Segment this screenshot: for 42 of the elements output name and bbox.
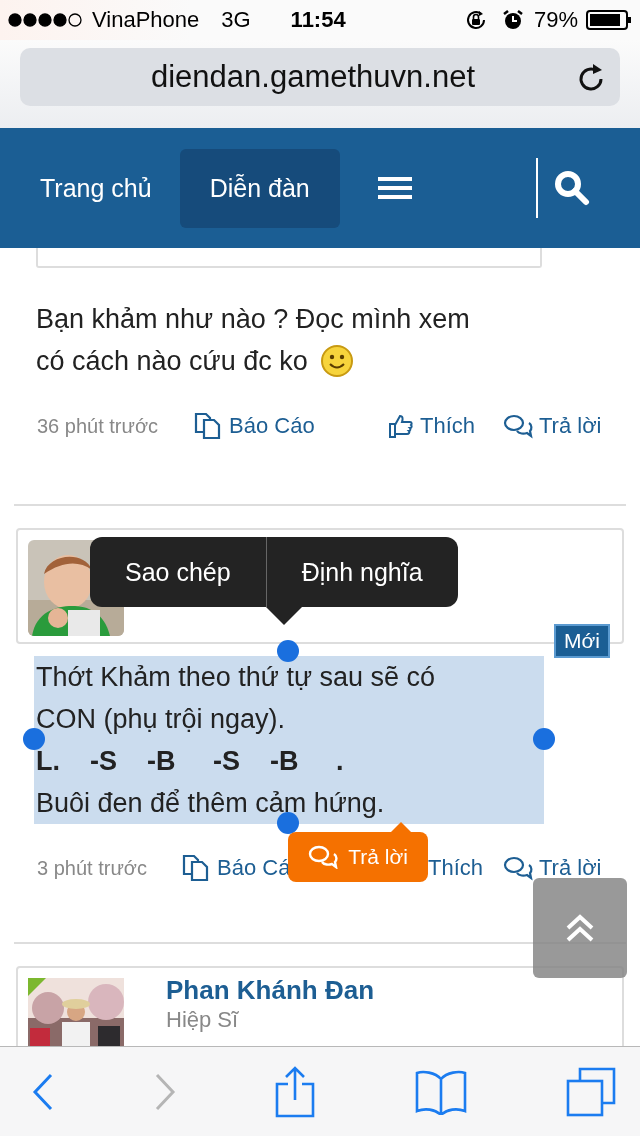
address-field[interactable]: diendan.gamethuvn.net [20, 48, 620, 106]
battery-icon [586, 10, 632, 30]
reply-link[interactable]: Trả lời [503, 855, 602, 881]
selection-handle[interactable] [533, 728, 555, 750]
selection-handle[interactable] [277, 640, 299, 662]
share-icon[interactable] [275, 1065, 315, 1118]
search-icon[interactable] [554, 170, 590, 206]
speech-bubbles-icon [503, 413, 533, 439]
reply-link[interactable]: Trả lời [503, 413, 602, 439]
post-time: 36 phút trước [37, 414, 158, 438]
clock-time: 11:54 [290, 7, 346, 33]
alarm-icon [501, 9, 524, 31]
like-link[interactable]: Thích [388, 413, 476, 439]
book-icon[interactable] [414, 1068, 467, 1115]
new-badge: Mới [554, 624, 610, 658]
scroll-top-button[interactable] [533, 878, 627, 978]
smiley-icon [319, 344, 354, 378]
thumbs-up-icon [388, 413, 414, 439]
tabs-icon[interactable] [566, 1066, 616, 1117]
nav-tab[interactable]: Trang chủ [20, 148, 172, 228]
network-type: 3G [221, 7, 251, 33]
selection-handle[interactable] [23, 728, 45, 750]
selection-handle[interactable] [277, 812, 299, 834]
report-link[interactable]: Báo Cáo [193, 412, 315, 440]
post-text: Bạn khảm như nào ? Đọc mình xem có cách nào cứu đc ko [36, 303, 471, 380]
menu-icon[interactable] [377, 177, 412, 199]
double-chevron-up-icon [565, 914, 595, 942]
menu-item[interactable]: Sao chép [90, 537, 266, 607]
post-time: 3 phút trước [37, 856, 147, 880]
author-name[interactable]: Phan Khánh Đan [166, 974, 374, 1006]
speech-bubbles-icon [503, 855, 533, 881]
carrier-name: VinaPhone [92, 7, 200, 33]
nav-tab[interactable]: Diễn đàn [179, 148, 340, 228]
documents-icon [193, 412, 223, 440]
author-rank: Hiệp Sĩ [166, 1006, 240, 1034]
battery-percent: 79% [533, 7, 578, 33]
back-icon[interactable] [32, 1072, 54, 1111]
forward-icon [153, 1072, 176, 1111]
documents-icon [181, 854, 211, 882]
post-text: Thớt Khảm theo thứ tự sau sẽ có CON (phụ trội ngay). L. -S -B -S -B . Buôi đen để thêm cảm hứng. [34, 656, 544, 824]
like-link[interactable]: Thích [428, 855, 484, 881]
speech-bubbles-icon [308, 845, 339, 869]
